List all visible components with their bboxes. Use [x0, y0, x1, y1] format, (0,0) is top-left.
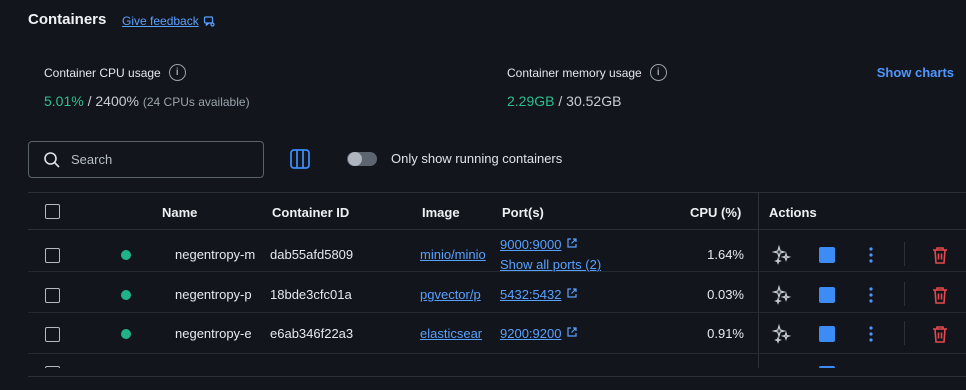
memory-total: 30.52GB	[566, 93, 622, 109]
cpu-usage-label-row: Container CPU usage i	[44, 64, 186, 81]
row-checkbox[interactable]	[45, 248, 60, 263]
container-name[interactable]: negentropy-p	[175, 287, 263, 302]
memory-usage-label: Container memory usage	[507, 65, 642, 80]
running-status-dot	[121, 250, 131, 260]
container-name[interactable]: negentropy-e	[175, 326, 263, 341]
external-link-icon	[566, 326, 578, 341]
memory-usage-value: 2.29GB / 30.52GB	[507, 93, 621, 109]
header-actions: Actions	[769, 205, 817, 220]
image-link[interactable]: minio/minio	[420, 247, 492, 262]
memory-info-icon[interactable]: i	[649, 64, 667, 81]
running-status-dot	[121, 290, 131, 300]
container-id: 18bde3cfc01a	[270, 287, 352, 302]
columns-icon[interactable]	[289, 148, 311, 170]
header-image[interactable]: Image	[422, 205, 460, 220]
actions-separator	[904, 282, 905, 306]
cpu-percent: 0.03%	[707, 287, 744, 302]
image-link[interactable]: elasticsear	[420, 326, 492, 341]
stop-button[interactable]	[819, 326, 835, 342]
external-link-icon	[566, 287, 578, 302]
row-checkbox[interactable]	[45, 288, 60, 303]
more-options-icon[interactable]	[866, 246, 876, 264]
stop-button[interactable]	[819, 247, 835, 263]
header-ports[interactable]: Port(s)	[502, 205, 544, 220]
give-feedback-label: Give feedback	[122, 14, 199, 28]
containers-table: Name Container ID Image Port(s) CPU (%) …	[28, 192, 966, 368]
table-bottom-border	[28, 376, 966, 377]
cpu-usage-value: 5.01% / 2400% (24 CPUs available)	[44, 93, 250, 109]
cpu-info-icon[interactable]: i	[168, 64, 186, 81]
feedback-icon	[203, 16, 215, 27]
give-feedback-link[interactable]: Give feedback	[122, 14, 215, 28]
table-row[interactable]: negentropy-e e6ab346f22a3 elasticsear 92…	[28, 314, 966, 354]
page-title: Containers	[28, 11, 107, 28]
cpu-usage-label: Container CPU usage	[44, 65, 161, 80]
search-box[interactable]	[28, 141, 264, 178]
cpu-note: (24 CPUs available)	[142, 95, 250, 109]
container-id: dab55afd5809	[270, 247, 354, 262]
search-input[interactable]	[71, 152, 251, 167]
ask-gordon-sparkle-icon[interactable]	[772, 285, 792, 305]
port-link[interactable]: 5432:5432	[500, 287, 561, 302]
container-name[interactable]: negentropy-m	[175, 247, 263, 262]
delete-icon[interactable]	[931, 285, 949, 305]
port-link-row[interactable]: 5432:5432	[500, 287, 578, 302]
running-status-dot	[121, 329, 131, 339]
port-link[interactable]: 9000:9000	[500, 237, 561, 252]
actions-separator	[904, 242, 905, 266]
actions-separator	[904, 321, 905, 345]
cpu-total: 2400%	[95, 93, 139, 109]
more-options-icon[interactable]	[866, 286, 876, 304]
table-row[interactable]	[28, 355, 966, 368]
memory-used: 2.29GB	[507, 93, 555, 109]
show-all-ports-link[interactable]: Show all ports (2)	[500, 257, 601, 272]
port-link[interactable]: 9200:9200	[500, 326, 561, 341]
header-cpu[interactable]: CPU (%)	[690, 205, 741, 220]
table-row[interactable]: negentropy-m dab55afd5809 minio/minio 90…	[28, 232, 966, 272]
table-header-row: Name Container ID Image Port(s) CPU (%) …	[28, 192, 966, 230]
external-link-icon	[566, 237, 578, 252]
table-row[interactable]: negentropy-p 18bde3cfc01a pgvector/p 543…	[28, 273, 966, 313]
delete-icon[interactable]	[931, 245, 949, 265]
stop-button[interactable]	[819, 366, 835, 368]
row-checkbox[interactable]	[45, 327, 60, 342]
search-icon	[44, 151, 60, 168]
running-only-label: Only show running containers	[391, 151, 563, 166]
ask-gordon-sparkle-icon[interactable]	[772, 324, 792, 344]
stop-button[interactable]	[819, 287, 835, 303]
delete-icon[interactable]	[931, 324, 949, 344]
show-charts-button[interactable]: Show charts	[877, 65, 954, 80]
memory-usage-label-row: Container memory usage i	[507, 64, 667, 81]
container-id: e6ab346f22a3	[270, 326, 354, 341]
header-name[interactable]: Name	[162, 205, 197, 220]
cpu-percent: 0.91%	[707, 326, 744, 341]
ask-gordon-sparkle-icon[interactable]	[772, 245, 792, 265]
cpu-separator: /	[83, 93, 96, 109]
port-link-row[interactable]: 9200:9200	[500, 326, 578, 341]
more-options-icon[interactable]	[866, 325, 876, 343]
image-link[interactable]: pgvector/p	[420, 287, 492, 302]
header-container-id[interactable]: Container ID	[272, 205, 349, 220]
memory-separator: /	[554, 93, 567, 109]
running-only-toggle[interactable]	[347, 152, 377, 166]
port-link-row[interactable]: 9000:9000	[500, 237, 578, 252]
select-all-checkbox[interactable]	[45, 204, 60, 219]
cpu-used: 5.01%	[44, 93, 84, 109]
row-checkbox[interactable]	[45, 366, 60, 368]
cpu-percent: 1.64%	[707, 247, 744, 262]
